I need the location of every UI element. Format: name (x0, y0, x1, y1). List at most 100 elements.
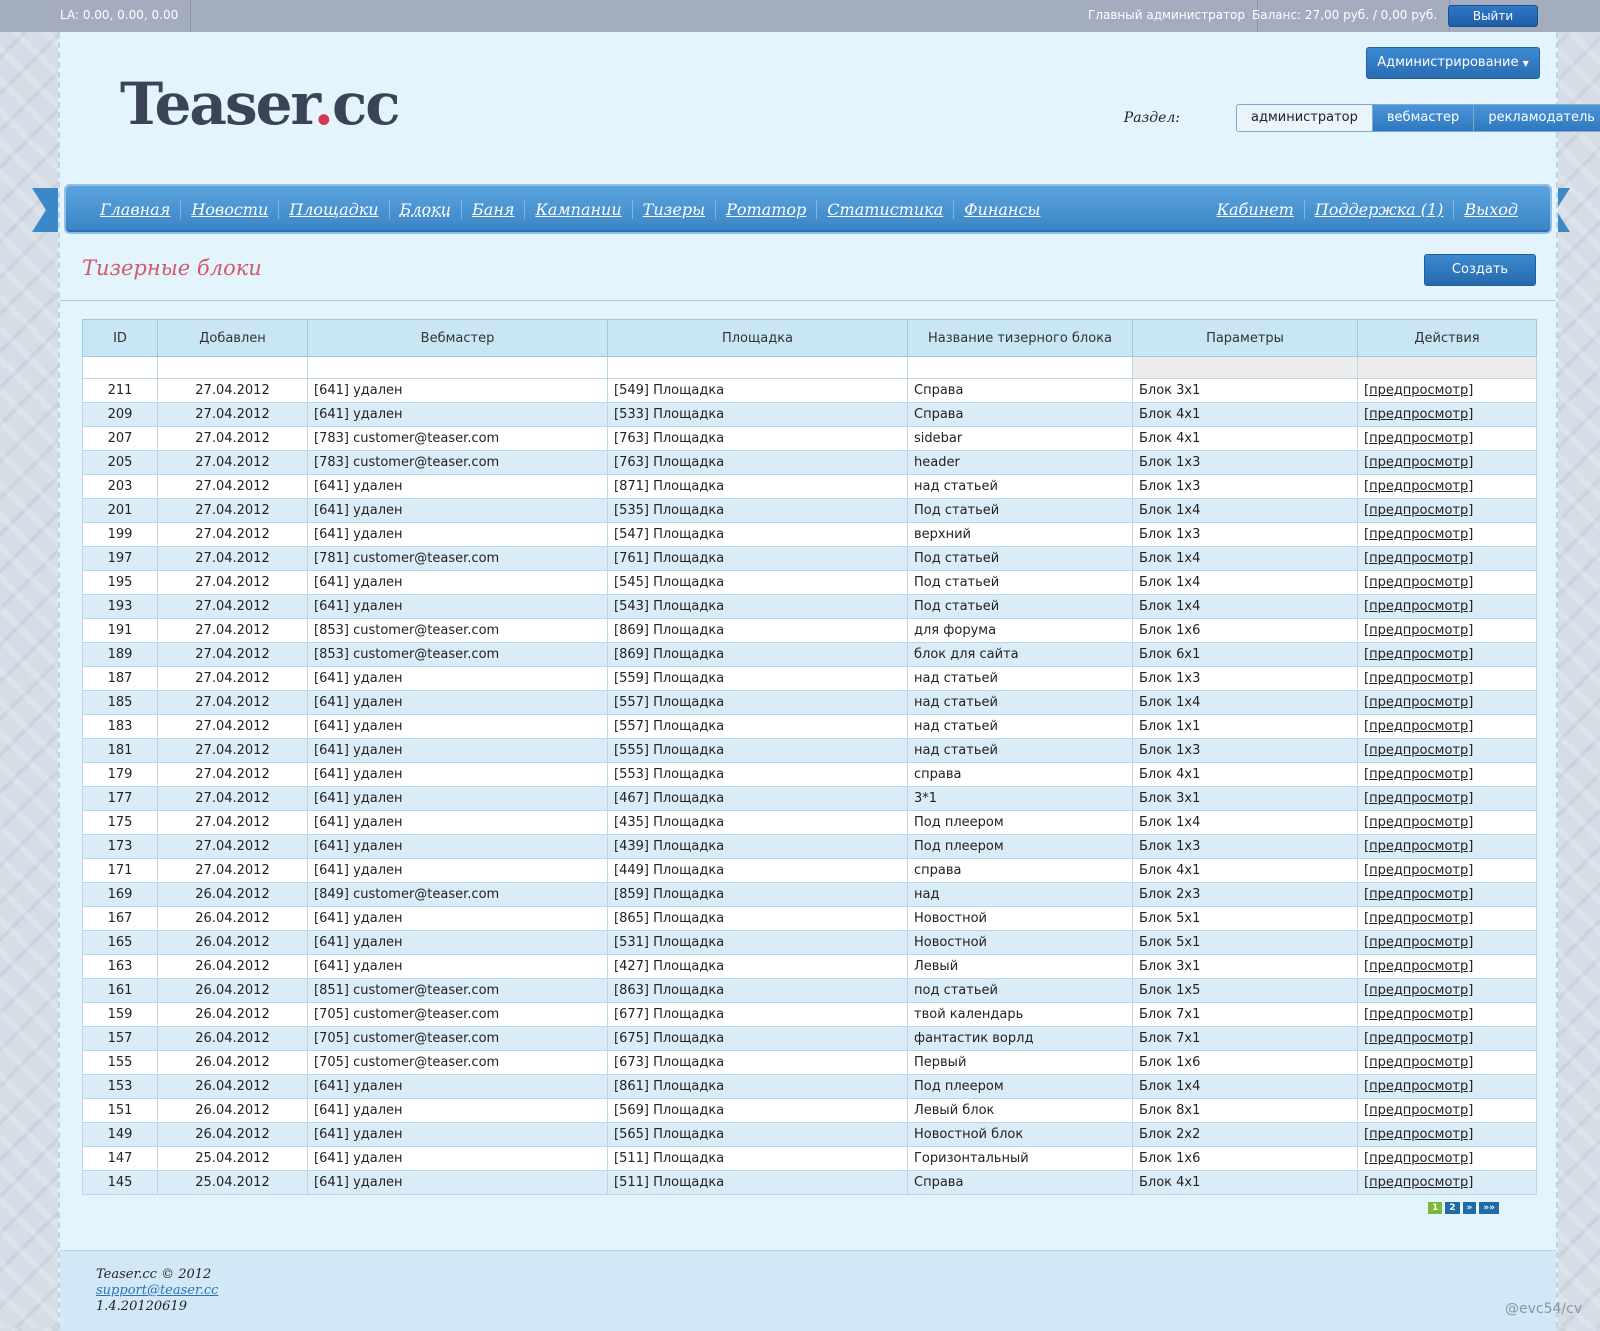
nav-sites[interactable]: Площадки (278, 199, 388, 219)
filter-id[interactable] (82, 356, 158, 379)
user-role: Главный администратор (1076, 0, 1259, 32)
preview-link[interactable]: [предпросмотр] (1364, 383, 1473, 398)
cell-actions: [предпросмотр] (1357, 1050, 1537, 1075)
nav-banya[interactable]: Баня (461, 199, 524, 219)
preview-link[interactable]: [предпросмотр] (1364, 719, 1473, 734)
page-current[interactable]: 1 (1428, 1202, 1443, 1214)
page-last[interactable]: »» (1479, 1202, 1499, 1214)
preview-link[interactable]: [предпросмотр] (1364, 671, 1473, 686)
nav-teasers[interactable]: Тизеры (631, 199, 715, 219)
preview-link[interactable]: [предпросмотр] (1364, 815, 1473, 830)
preview-link[interactable]: [предпросмотр] (1364, 647, 1473, 662)
cell-actions: [предпросмотр] (1357, 1098, 1537, 1123)
cell-site: [677] Площадка (607, 1002, 908, 1027)
filter-site[interactable] (607, 356, 908, 379)
section-advertiser[interactable]: рекламодатель (1473, 105, 1600, 131)
cell-id: 147 (82, 1146, 158, 1171)
preview-link[interactable]: [предпросмотр] (1364, 1079, 1473, 1094)
preview-link[interactable]: [предпросмотр] (1364, 695, 1473, 710)
preview-link[interactable]: [предпросмотр] (1364, 839, 1473, 854)
filter-params (1132, 356, 1358, 379)
cell-added: 27.04.2012 (157, 714, 308, 739)
preview-link[interactable]: [предпросмотр] (1364, 503, 1473, 518)
nav-campaigns[interactable]: Кампании (524, 199, 631, 219)
preview-link[interactable]: [предпросмотр] (1364, 743, 1473, 758)
nav-finance[interactable]: Финансы (953, 199, 1050, 219)
cell-webmaster: [783] customer@teaser.com (307, 426, 608, 451)
preview-link[interactable]: [предпросмотр] (1364, 1175, 1473, 1190)
cell-params: Блок 7x1 (1132, 1026, 1358, 1051)
column-header-site[interactable]: Площадка (607, 319, 908, 357)
filter-block-name[interactable] (907, 356, 1133, 379)
preview-link[interactable]: [предпросмотр] (1364, 575, 1473, 590)
preview-link[interactable]: [предпросмотр] (1364, 887, 1473, 902)
cell-id: 171 (82, 858, 158, 883)
preview-link[interactable]: [предпросмотр] (1364, 1151, 1473, 1166)
logo-dot: . (313, 70, 334, 138)
table-body: 211 27.04.2012 [641] удален [549] Площадка С… (82, 378, 1537, 1195)
preview-link[interactable]: [предпросмотр] (1364, 623, 1473, 638)
filter-webmaster[interactable] (307, 356, 608, 379)
cell-webmaster: [853] customer@teaser.com (307, 642, 608, 667)
create-button[interactable]: Создать (1424, 254, 1536, 286)
nav-exit[interactable]: Выход (1453, 199, 1528, 219)
nav-blocks[interactable]: Блоки (388, 199, 461, 219)
preview-link[interactable]: [предпросмотр] (1364, 431, 1473, 446)
logout-button[interactable]: Выйти (1448, 5, 1538, 27)
logo[interactable]: Teaser.cc (120, 70, 401, 138)
cell-actions: [предпросмотр] (1357, 1146, 1537, 1171)
preview-link[interactable]: [предпросмотр] (1364, 1007, 1473, 1022)
section-label: Раздел: (1123, 110, 1180, 126)
preview-link[interactable]: [предпросмотр] (1364, 1055, 1473, 1070)
cell-webmaster: [641] удален (307, 690, 608, 715)
cell-params: Блок 1x3 (1132, 522, 1358, 547)
cell-block-name: 3*1 (907, 786, 1133, 811)
filter-added[interactable] (157, 356, 308, 379)
cell-params: Блок 3x1 (1132, 786, 1358, 811)
preview-link[interactable]: [предпросмотр] (1364, 527, 1473, 542)
nav-support[interactable]: Поддержка (1) (1303, 199, 1454, 219)
preview-link[interactable]: [предпросмотр] (1364, 959, 1473, 974)
nav-news[interactable]: Новости (180, 199, 278, 219)
preview-link[interactable]: [предпросмотр] (1364, 983, 1473, 998)
column-header-webmaster[interactable]: Вебмастер (307, 319, 608, 357)
preview-link[interactable]: [предпросмотр] (1364, 1127, 1473, 1142)
preview-link[interactable]: [предпросмотр] (1364, 407, 1473, 422)
footer-support-email[interactable]: support@teaser.cc (96, 1283, 218, 1298)
cell-webmaster: [851] customer@teaser.com (307, 978, 608, 1003)
table-row: 155 26.04.2012 [705] customer@teaser.com [6… (82, 1050, 1537, 1075)
page-next[interactable]: » (1462, 1202, 1477, 1214)
cell-site: [763] Площадка (607, 450, 908, 475)
column-header-added[interactable]: Добавлен (157, 319, 308, 357)
preview-link[interactable]: [предпросмотр] (1364, 911, 1473, 926)
table-row: 169 26.04.2012 [849] customer@teaser.com [8… (82, 882, 1537, 907)
section-admin[interactable]: администратор (1237, 105, 1372, 131)
table-row: 161 26.04.2012 [851] customer@teaser.com [8… (82, 978, 1537, 1003)
preview-link[interactable]: [предпросмотр] (1364, 551, 1473, 566)
cell-block-name: Левый (907, 954, 1133, 979)
preview-link[interactable]: [предпросмотр] (1364, 455, 1473, 470)
column-header-id[interactable]: ID (82, 319, 158, 357)
nav-cabinet[interactable]: Кабинет (1207, 200, 1304, 219)
nav-home[interactable]: Главная (90, 200, 180, 219)
nav-rotator[interactable]: Ротатор (715, 199, 816, 219)
section-webmaster[interactable]: вебмастер (1371, 105, 1474, 131)
preview-link[interactable]: [предпросмотр] (1364, 863, 1473, 878)
preview-link[interactable]: [предпросмотр] (1364, 479, 1473, 494)
preview-link[interactable]: [предпросмотр] (1364, 935, 1473, 950)
column-header-block-name[interactable]: Название тизерного блока (907, 319, 1133, 357)
page-2[interactable]: 2 (1445, 1202, 1460, 1214)
preview-link[interactable]: [предпросмотр] (1364, 791, 1473, 806)
preview-link[interactable]: [предпросмотр] (1364, 1031, 1473, 1046)
administration-dropdown[interactable]: Администрирование ▼ (1366, 47, 1540, 79)
preview-link[interactable]: [предпросмотр] (1364, 1103, 1473, 1118)
preview-link[interactable]: [предпросмотр] (1364, 599, 1473, 614)
cell-params: Блок 2x2 (1132, 1122, 1358, 1147)
cell-block-name: твой календарь (907, 1002, 1133, 1027)
nav-stats[interactable]: Статистика (816, 199, 953, 219)
preview-link[interactable]: [предпросмотр] (1364, 767, 1473, 782)
cell-site: [535] Площадка (607, 498, 908, 523)
cell-site: [549] Площадка (607, 378, 908, 403)
cell-site: [449] Площадка (607, 858, 908, 883)
cell-added: 26.04.2012 (157, 1122, 308, 1147)
